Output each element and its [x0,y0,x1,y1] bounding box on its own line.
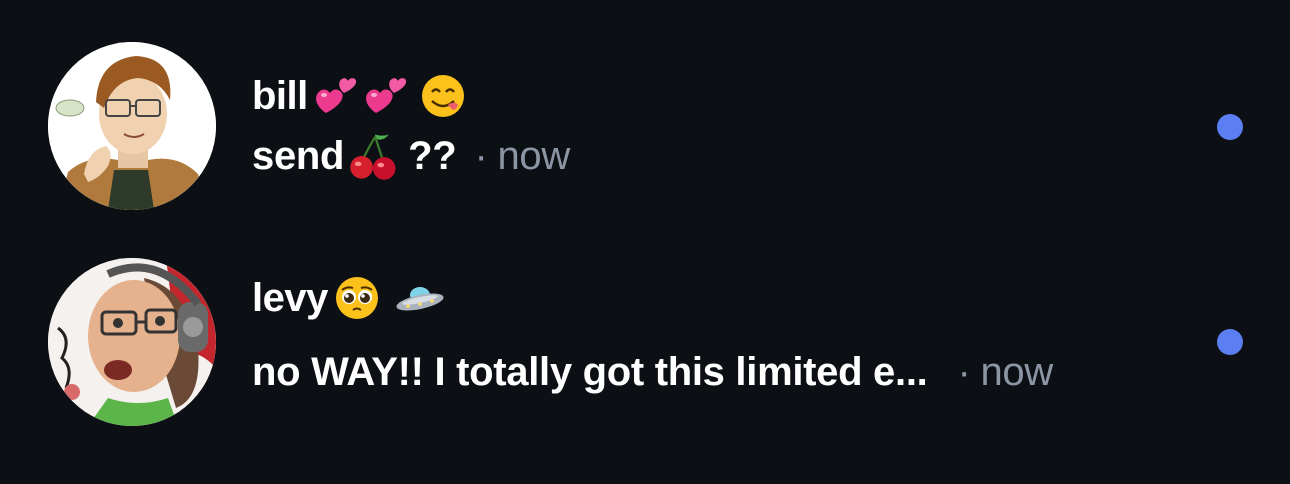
avatar[interactable] [48,258,216,426]
thread-name-line: bill [252,66,466,126]
message-text: send [252,133,345,178]
unread-indicator [1217,114,1243,140]
avatar[interactable] [48,42,216,210]
message-meta: · now [957,350,1053,395]
timestamp: now [497,133,570,178]
thread-name-line: levy [252,268,446,328]
flying-saucer-icon [394,275,446,321]
unread-indicator [1217,329,1243,355]
avatar-illustration [48,258,216,426]
message-suffix: ?? [408,133,457,178]
cherries-icon [348,130,400,182]
message-text: no WAY!! I totally got this limited e... [252,349,928,394]
two-hearts-icon [312,73,358,119]
avatar-illustration [48,42,216,210]
separator-dot: · [474,133,488,178]
two-hearts-icon [362,73,408,119]
timestamp: now [980,349,1053,394]
pleading-face-icon [334,275,380,321]
message-thread-list: bill send ?? · now levy no WAY!! I total… [0,0,1290,484]
contact-name: levy [252,275,328,320]
thread-row-levy[interactable]: levy no WAY!! I totally got this limited… [0,232,1290,452]
message-preview: send ?? · now [252,128,570,184]
message-preview: no WAY!! I totally got this limited e...… [252,344,1053,400]
thread-row-bill[interactable]: bill send ?? · now [0,16,1290,236]
message-meta: · now [474,134,570,179]
separator-dot: · [957,349,971,394]
contact-name: bill [252,73,308,118]
face-savoring-food-icon [420,73,466,119]
